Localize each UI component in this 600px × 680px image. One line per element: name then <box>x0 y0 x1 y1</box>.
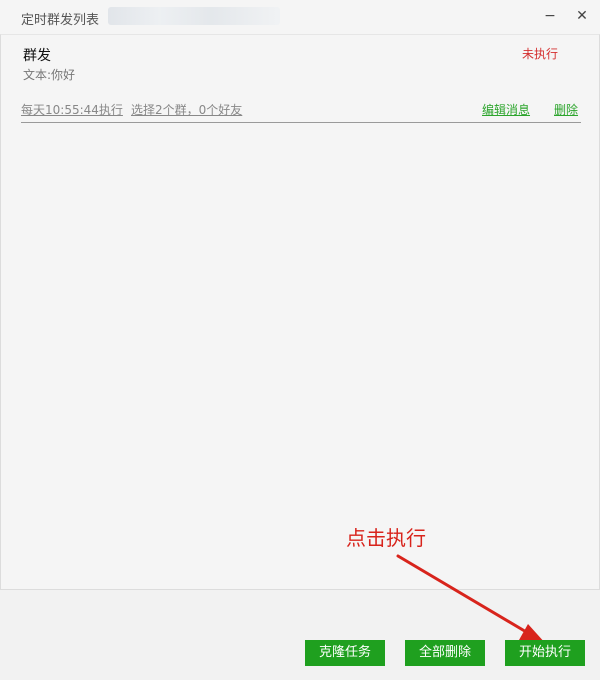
clone-task-button[interactable]: 克隆任务 <box>305 640 385 666</box>
annotation-label: 点击执行 <box>346 526 426 550</box>
close-icon[interactable]: ✕ <box>572 6 592 26</box>
scheduled-broadcast-window: 定时群发列表 − ✕ 群发 未执行 文本:你好 每天10:55:44执行 选择2… <box>0 0 600 680</box>
window-title: 定时群发列表 <box>21 13 100 28</box>
title-bar: 定时群发列表 − ✕ <box>0 0 600 34</box>
start-execution-button[interactable]: 开始执行 <box>505 640 585 666</box>
edit-message-link[interactable]: 编辑消息 <box>482 101 530 118</box>
minimize-icon[interactable]: − <box>540 6 560 26</box>
delete-link[interactable]: 删除 <box>554 101 578 118</box>
task-list-panel: 群发 未执行 文本:你好 每天10:55:44执行 选择2个群，0个好友 编辑消… <box>0 34 600 590</box>
task-schedule: 每天10:55:44执行 <box>21 103 123 117</box>
task-target: 选择2个群，0个好友 <box>131 103 243 117</box>
blurred-title-suffix <box>108 7 280 25</box>
divider <box>21 122 581 123</box>
list-item: 群发 未执行 文本:你好 每天10:55:44执行 选择2个群，0个好友 编辑消… <box>21 35 581 123</box>
task-title: 群发 <box>23 48 51 64</box>
status-badge: 未执行 <box>522 47 559 61</box>
task-content: 文本:你好 <box>23 68 76 82</box>
delete-all-button[interactable]: 全部删除 <box>405 640 485 666</box>
